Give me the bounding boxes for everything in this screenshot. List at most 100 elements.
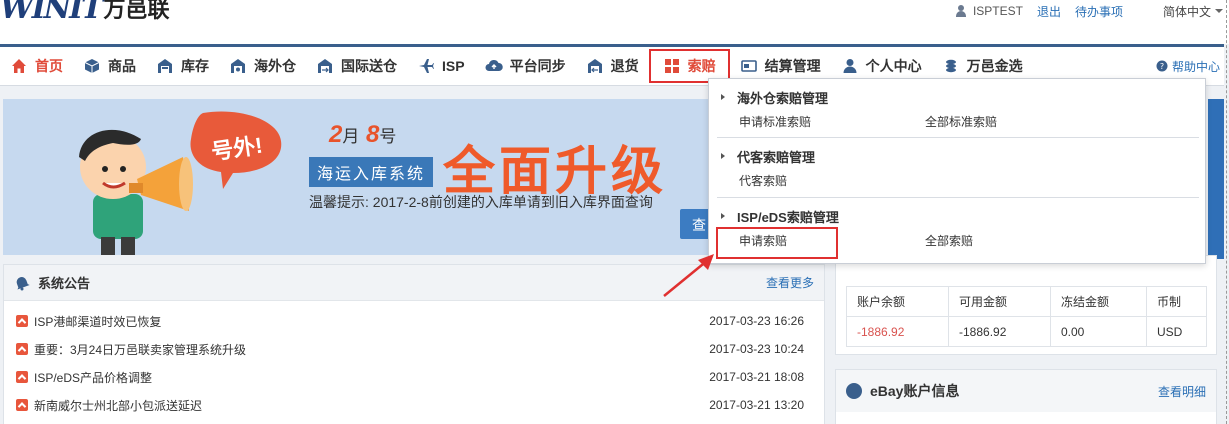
ebay-account-panel: eBay账户信息 查看明细 (835, 369, 1217, 424)
arrow-up-icon (16, 371, 28, 383)
nav-item-isp[interactable]: ISP (407, 50, 475, 82)
col-header: 币制 (1146, 286, 1207, 317)
logo-text: 万邑联 (103, 0, 170, 22)
logout-link[interactable]: 退出 (1037, 3, 1061, 20)
col-header: 可用金额 (948, 286, 1051, 317)
card-icon (740, 57, 758, 75)
notice-text[interactable]: ISP/eDS产品价格调整 (34, 369, 152, 386)
list-item[interactable]: ISP港邮渠道时效已恢复 2017-03-23 16:26 (4, 307, 824, 335)
arrow-up-icon (16, 343, 28, 355)
section-heading: 代客索赔管理 (709, 144, 1207, 168)
language-selector[interactable]: 简体中文 (1163, 3, 1211, 20)
grid-icon (663, 57, 681, 75)
nav-label: 平台同步 (509, 58, 566, 74)
divider (717, 137, 1199, 138)
logo-mark: WINIT (0, 0, 104, 26)
banner-day-unit: 号 (379, 127, 397, 146)
menu-item-all-claims[interactable]: 全部索赔 (895, 232, 1081, 249)
chevron-down-icon (1215, 9, 1223, 13)
ebay-detail-link[interactable]: 查看明细 (1158, 383, 1206, 400)
section-title: ISP/eDS索赔管理 (737, 209, 839, 225)
plane-icon (417, 57, 435, 75)
overseas-warehouse-icon (229, 57, 247, 75)
top-links: ISPTEST 退出 待办事项 简体中文 (955, 2, 1229, 20)
list-item[interactable]: ISP/eDS产品价格调整 2017-03-21 18:08 (4, 363, 824, 391)
arrow-up-icon (16, 399, 28, 411)
nav-item-platform-sync[interactable]: 平台同步 (475, 50, 576, 82)
menu-item-agent-claim[interactable]: 代客索赔 (709, 172, 895, 189)
cell-currency: USD (1146, 316, 1207, 347)
notice-date: 2017-03-23 10:24 (709, 342, 804, 356)
user-icon (841, 57, 859, 75)
nav-label: 万邑金选 (966, 58, 1023, 74)
side-banner-strip (1208, 99, 1224, 259)
promo-banner[interactable]: 号外! 2月 8号 海运入库系统 全面升级 温馨提示: 2017-2-8前创建的… (3, 99, 825, 255)
nav-label: 退货 (610, 58, 639, 74)
nav-item-intl-delivery[interactable]: 国际送仓 (306, 50, 407, 82)
section-heading: 海外仓索赔管理 (709, 85, 1207, 109)
notice-list: ISP港邮渠道时效已恢复 2017-03-23 16:26 重要：3月24日万邑… (4, 301, 824, 419)
caret-right-icon (721, 94, 725, 100)
cube-icon (83, 57, 101, 75)
nav-label: 个人中心 (865, 58, 922, 74)
todo-link[interactable]: 待办事项 (1075, 3, 1123, 20)
banner-tip: 温馨提示: 2017-2-8前创建的入库单请到旧入库界面查询 (309, 194, 653, 210)
user-icon (955, 5, 967, 17)
top-header: WINIT 万邑联 ISPTEST 退出 待办事项 简体中文 (0, 0, 1229, 44)
caret-right-icon (721, 213, 725, 219)
notice-more-link[interactable]: 查看更多 (766, 274, 814, 291)
username: ISPTEST (972, 4, 1023, 18)
notice-text[interactable]: 重要：3月24日万邑联卖家管理系统升级 (34, 341, 246, 358)
logo[interactable]: WINIT 万邑联 (0, 0, 170, 26)
notice-text[interactable]: ISP港邮渠道时效已恢复 (34, 313, 161, 330)
arrow-up-icon (16, 315, 28, 327)
section-title: 海外仓索赔管理 (737, 90, 829, 106)
list-item[interactable]: 重要：3月24日万邑联卖家管理系统升级 2017-03-23 10:24 (4, 335, 824, 363)
nav-label: 库存 (181, 58, 209, 74)
section-heading: ISP/eDS索赔管理 (709, 204, 1207, 228)
nav-label: 国际送仓 (341, 58, 397, 74)
notice-text[interactable]: 新南威尔士州北部小包派送延迟 (34, 397, 202, 414)
apply-claim-highlight-box (716, 227, 838, 259)
bell-icon (14, 275, 30, 291)
cell-frozen: 0.00 (1050, 316, 1147, 347)
ebay-title: eBay账户信息 (870, 383, 960, 399)
account-balance-panel: 账户余额 可用金额 冻结金额 币制 -1886.92 -1886.92 0.00… (835, 255, 1217, 355)
help-icon: ? (1156, 60, 1168, 72)
nav-item-overseas-warehouse[interactable]: 海外仓 (219, 50, 306, 82)
dropdown-section-overseas: 海外仓索赔管理 申请标准索赔 全部标准索赔 (709, 85, 1207, 133)
section-links: 代客索赔 (709, 168, 1207, 192)
cell-account-balance: -1886.92 (846, 316, 949, 347)
notice-date: 2017-03-21 13:20 (709, 398, 804, 412)
notice-title: 系统公告 (38, 276, 91, 291)
nav-item-products[interactable]: 商品 (73, 50, 146, 82)
page-edge-line (1226, 0, 1227, 424)
megaphone-boy-illustration (79, 111, 282, 255)
return-icon (586, 57, 604, 75)
table-header-row: 账户余额 可用金额 冻结金额 币制 (846, 286, 1207, 317)
nav-label: 商品 (108, 58, 136, 74)
menu-item-apply-standard-claim[interactable]: 申请标准索赔 (709, 113, 895, 130)
col-header: 冻结金额 (1050, 286, 1147, 317)
home-icon (10, 57, 28, 75)
notice-date: 2017-03-21 18:08 (709, 370, 804, 384)
intl-delivery-icon (316, 57, 334, 75)
help-label: 帮助中心 (1171, 59, 1220, 74)
banner-month: 2 (329, 121, 343, 148)
nav-item-returns[interactable]: 退货 (576, 50, 649, 82)
nav-item-inventory[interactable]: 库存 (146, 50, 219, 82)
warehouse-icon (156, 57, 174, 75)
banner-system-label: 海运入库系统 (309, 157, 434, 187)
menu-item-all-standard-claims[interactable]: 全部标准索赔 (895, 113, 1081, 130)
list-item[interactable]: 新南威尔士州北部小包派送延迟 2017-03-21 13:20 (4, 391, 824, 419)
svg-text:?: ? (1160, 62, 1164, 71)
nav-label: 首页 (35, 58, 63, 74)
banner-day: 8 (366, 121, 380, 148)
caret-right-icon (721, 153, 725, 159)
red-arrow-annotation (663, 254, 714, 297)
table-row: -1886.92 -1886.92 0.00 USD (846, 316, 1207, 347)
cell-available: -1886.92 (948, 316, 1051, 347)
nav-label: ISP (442, 58, 465, 74)
nav-item-home[interactable]: 首页 (0, 50, 73, 82)
banner-month-unit: 月 (342, 127, 360, 146)
